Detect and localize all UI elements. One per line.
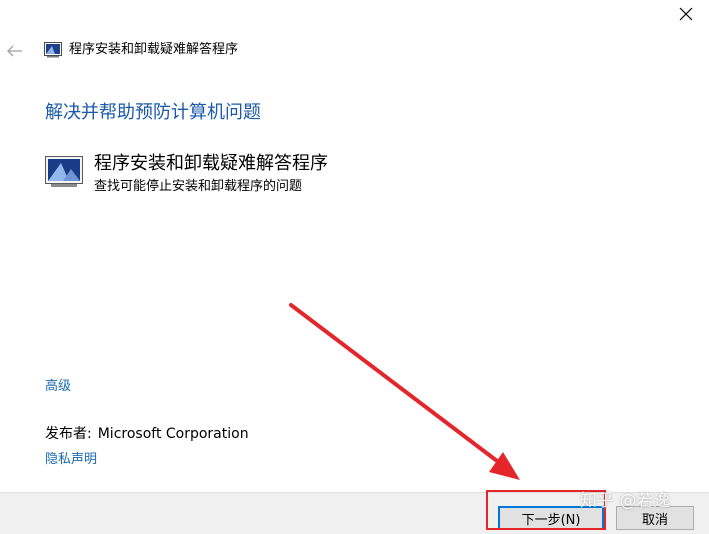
window-title: 程序安装和卸载疑难解答程序 (69, 42, 239, 57)
close-icon (679, 6, 693, 25)
troubleshooter-description: 查找可能停止安装和卸载程序的问题 (94, 179, 303, 194)
troubleshooter-title: 程序安装和卸载疑难解答程序 (94, 153, 328, 174)
advanced-link[interactable]: 高级 (45, 378, 71, 396)
back-arrow-icon (7, 42, 23, 61)
troubleshooter-icon (45, 156, 83, 188)
publisher-value: Microsoft Corporation (97, 426, 249, 442)
back-button[interactable] (4, 40, 26, 62)
privacy-statement-link[interactable]: 隐私声明 (45, 451, 97, 469)
cancel-button[interactable]: 取消 (616, 506, 694, 530)
page-heading: 解决并帮助预防计算机问题 (45, 102, 261, 123)
troubleshooter-item[interactable]: 程序安装和卸载疑难解答程序 查找可能停止安装和卸载程序的问题 (44, 150, 464, 200)
publisher-row: 发布者: Microsoft Corporation (45, 425, 249, 443)
next-button[interactable]: 下一步(N) (498, 506, 604, 530)
publisher-label: 发布者: (45, 426, 92, 442)
troubleshooter-app-icon (44, 42, 62, 58)
annotation-arrow (289, 303, 520, 480)
title-bar: 程序安装和卸载疑难解答程序 (0, 36, 600, 64)
close-button[interactable] (663, 0, 709, 30)
